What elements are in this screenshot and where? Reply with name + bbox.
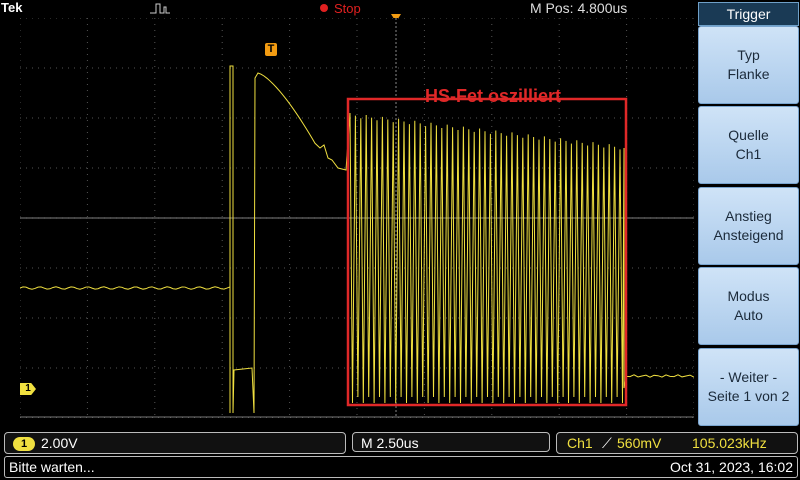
ch1-badge: 1 [13, 437, 35, 451]
button-value: Seite 1 von 2 [707, 388, 790, 404]
button-label: Anstieg [725, 208, 772, 224]
trigger-slope-button[interactable]: Anstieg Ansteigend [698, 187, 799, 265]
button-label: Modus [727, 288, 770, 304]
date-time: Oct 31, 2023, 16:02 [670, 459, 793, 475]
trigger-t-marker-icon: T [265, 43, 277, 56]
stop-indicator-icon [320, 4, 328, 12]
trigger-source-button[interactable]: Quelle Ch1 [698, 106, 799, 184]
oscillation-annotation-label: HS-Fet oszilliert [425, 86, 562, 106]
button-value: Ch1 [735, 146, 762, 162]
trigger-type-button[interactable]: Typ Flanke [698, 26, 799, 104]
status-area: 1 2.00V M 2.50us Ch1 ⟋ 560mV 105.023kHz B… [0, 430, 800, 480]
run-state-label: Stop [334, 1, 361, 16]
timebase-readout[interactable]: M 2.50us [352, 432, 550, 452]
run-stop-status: Stop [320, 1, 361, 16]
waveform-display: T 1 HS-Fet oszilliert [20, 18, 694, 418]
button-value: Auto [734, 307, 763, 323]
waveform-graticule [20, 18, 694, 418]
trigger-readout[interactable]: Ch1 ⟋ 560mV 105.023kHz [556, 432, 798, 454]
frequency-readout: 105.023kHz [692, 435, 767, 451]
button-value: Flanke [727, 66, 770, 82]
horizontal-position-readout: M Pos: 4.800us [530, 0, 628, 16]
trigger-level: 560mV [617, 435, 662, 451]
top-bar: Tek Stop M Pos: 4.800us [0, 0, 694, 22]
ch1-scale-readout[interactable]: 1 2.00V [4, 432, 346, 454]
trigger-menu-title: Trigger [698, 2, 799, 26]
rising-edge-icon: ⟋ [602, 435, 612, 451]
trigger-side-menu: Trigger Typ Flanke Quelle Ch1 Anstieg An… [694, 0, 800, 430]
next-page-button[interactable]: - Weiter - Seite 1 von 2 [698, 348, 799, 426]
button-label: - Weiter - [719, 369, 778, 385]
trigger-mode-button[interactable]: Modus Auto [698, 267, 799, 345]
button-label: Typ [737, 47, 760, 63]
button-label: Quelle [728, 127, 769, 143]
time-per-div: M 2.50us [361, 435, 419, 451]
volts-per-div: 2.00V [41, 435, 78, 451]
trigger-source-label: Ch1 [567, 435, 593, 451]
status-message: Bitte warten... [9, 459, 95, 475]
brand-logo: Tek [1, 0, 23, 15]
acquisition-icon [150, 3, 170, 14]
message-bar: Bitte warten... Oct 31, 2023, 16:02 [4, 456, 798, 478]
button-value: Ansteigend [713, 227, 784, 243]
